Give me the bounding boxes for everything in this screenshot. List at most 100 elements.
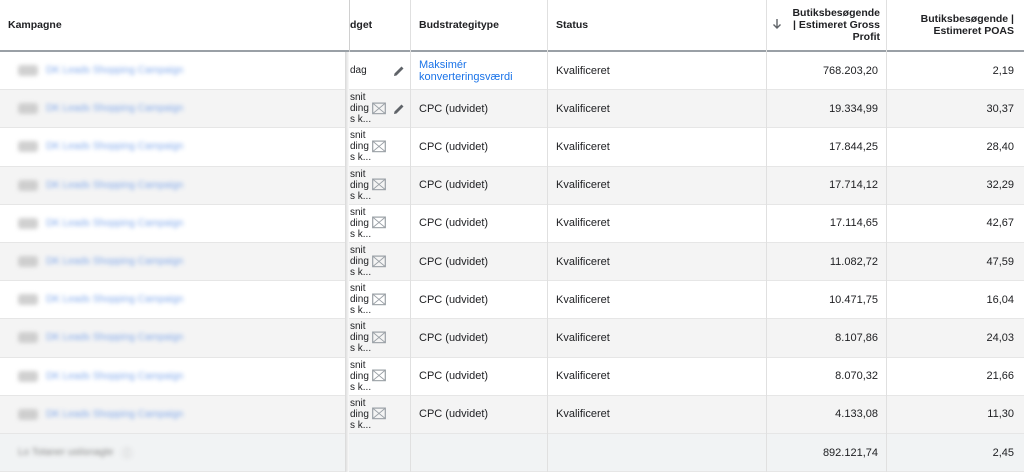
table-row: DK Leads Shopping Campaign snit ding s k… [0, 128, 1024, 167]
campaign-name[interactable]: DK Leads Shopping Campaign [46, 294, 183, 305]
strategy-cell: CPC (udvidet) [419, 293, 489, 306]
poas-cell: 47,59 [986, 255, 1014, 268]
pencil-icon[interactable] [392, 102, 406, 116]
column-divider [410, 0, 411, 472]
strategy-cell: CPC (udvidet) [419, 102, 489, 115]
budget-cell[interactable]: snit ding s k... [346, 128, 410, 165]
campaign-name-cell[interactable]: DK Leads Shopping Campaign [0, 128, 345, 165]
budget-cell[interactable]: dag [346, 52, 410, 89]
budget-cell[interactable]: snit ding s k... [346, 90, 410, 127]
campaign-name[interactable]: DK Leads Shopping Campaign [46, 256, 183, 267]
header-budget[interactable]: dget [346, 0, 410, 50]
poas-cell: 16,04 [986, 293, 1014, 306]
campaign-name[interactable]: DK Leads Shopping Campaign [46, 371, 183, 382]
column-divider [886, 0, 887, 472]
budget-cell[interactable]: snit ding s k... [346, 243, 410, 280]
gross-profit-cell: 8.070,32 [835, 370, 878, 383]
status-cell: Kvalificeret [556, 331, 610, 344]
image-icon [372, 140, 386, 153]
poas-cell: 30,37 [986, 102, 1014, 115]
table-row: DK Leads Shopping Campaign snit ding s k… [0, 358, 1024, 396]
gross-profit-cell: 768.203,20 [822, 64, 878, 77]
strategy-link[interactable]: Maksimér konverteringsværdi [419, 59, 513, 83]
poas-cell: 21,66 [986, 370, 1014, 383]
campaign-name-cell[interactable]: DK Leads Shopping Campaign [0, 396, 345, 433]
budget-cell[interactable]: snit ding s k... [346, 319, 410, 356]
gross-profit-cell: 17.714,12 [829, 179, 878, 192]
gross-profit-cell: 19.334,99 [829, 102, 878, 115]
campaign-name-cell[interactable]: DK Leads Shopping Campaign [0, 167, 345, 204]
header-poas[interactable]: Butiksbesøgende | Estimeret POAS [887, 0, 1024, 50]
image-icon [372, 293, 386, 306]
campaign-name-cell[interactable]: DK Leads Shopping Campaign [0, 52, 345, 89]
status-cell: Kvalificeret [556, 64, 610, 77]
strategy-cell: CPC (udvidet) [419, 331, 489, 344]
budget-cell[interactable]: snit ding s k... [346, 205, 410, 242]
column-divider [547, 0, 548, 472]
gross-profit-cell: 17.844,25 [829, 140, 878, 153]
campaign-name[interactable]: DK Leads Shopping Campaign [46, 141, 183, 152]
table-header: Kampagne dget Budstrategitype Status But… [0, 0, 1024, 52]
header-status[interactable]: Status [548, 0, 766, 50]
strategy-cell: CPC (udvidet) [419, 408, 489, 421]
status-cell: Kvalificeret [556, 255, 610, 268]
image-icon [372, 369, 386, 382]
poas-cell: 24,03 [986, 331, 1014, 344]
campaign-name-cell[interactable]: DK Leads Shopping Campaign [0, 358, 345, 395]
campaign-name[interactable]: DK Leads Shopping Campaign [46, 65, 183, 76]
budget-cell[interactable]: snit ding s k... [346, 358, 410, 395]
table-row: DK Leads Shopping Campaign snit ding s k… [0, 243, 1024, 282]
campaign-name[interactable]: DK Leads Shopping Campaign [46, 103, 183, 114]
total-row: Lo Totaner ustisnagte ⓘ 892.121,74 2,45 [0, 434, 1024, 472]
campaign-name[interactable]: DK Leads Shopping Campaign [46, 218, 183, 229]
gross-profit-cell: 4.133,08 [835, 408, 878, 421]
image-icon [372, 255, 386, 267]
arrow-down-icon [772, 18, 782, 33]
strategy-cell: CPC (udvidet) [419, 179, 489, 192]
poas-cell: 28,40 [986, 140, 1014, 153]
campaign-name-cell[interactable]: DK Leads Shopping Campaign [0, 319, 345, 356]
total-poas: 2,45 [992, 446, 1014, 459]
strategy-cell: CPC (udvidet) [419, 370, 489, 383]
status-cell: Kvalificeret [556, 179, 610, 192]
poas-cell: 32,29 [986, 179, 1014, 192]
header-campaign[interactable]: Kampagne [0, 0, 345, 50]
column-divider [766, 0, 767, 472]
pencil-icon[interactable] [392, 64, 406, 78]
status-cell: Kvalificeret [556, 370, 610, 383]
campaign-name-cell[interactable]: DK Leads Shopping Campaign [0, 281, 345, 318]
budget-cell[interactable]: snit ding s k... [346, 396, 410, 433]
table-row: DK Leads Shopping Campaign snit ding s k… [0, 319, 1024, 358]
image-icon [372, 178, 386, 191]
status-cell: Kvalificeret [556, 408, 610, 421]
campaign-name[interactable]: DK Leads Shopping Campaign [46, 409, 183, 420]
campaign-name-cell[interactable]: DK Leads Shopping Campaign [0, 90, 345, 127]
total-gross-profit: 892.121,74 [822, 446, 878, 459]
campaign-name-cell[interactable]: DK Leads Shopping Campaign [0, 205, 345, 242]
table-row: DK Leads Shopping Campaign snit ding s k… [0, 90, 1024, 129]
gross-profit-cell: 10.471,75 [829, 293, 878, 306]
image-icon [372, 407, 386, 420]
campaign-name-cell[interactable]: DK Leads Shopping Campaign [0, 243, 345, 280]
table-row: DK Leads Shopping Campaign snit ding s k… [0, 395, 1024, 434]
header-gross-profit[interactable]: Butiksbesøgende | Estimeret Gross Profit [767, 0, 886, 50]
campaign-name[interactable]: DK Leads Shopping Campaign [46, 180, 183, 191]
budget-cell[interactable]: snit ding s k... [346, 281, 410, 318]
strategy-cell: CPC (udvidet) [419, 140, 489, 153]
strategy-cell: Maksimér konverteringsværdi [411, 52, 547, 89]
status-cell: Kvalificeret [556, 217, 610, 230]
table-row: DK Leads Shopping Campaign snit ding s k… [0, 281, 1024, 320]
budget-cell[interactable]: snit ding s k... [346, 167, 410, 204]
total-label: Lo Totaner ustisnagte ⓘ [18, 447, 133, 460]
gross-profit-cell: 17.114,65 [829, 217, 878, 230]
header-column-divider [349, 0, 350, 52]
campaign-name[interactable]: DK Leads Shopping Campaign [46, 332, 183, 343]
image-icon [372, 216, 386, 229]
status-cell: Kvalificeret [556, 293, 610, 306]
poas-cell: 11,30 [987, 408, 1014, 421]
table-row: DK Leads Shopping Campaign snit ding s k… [0, 166, 1024, 205]
frozen-column-shadow [345, 52, 349, 472]
header-strategy-type[interactable]: Budstrategitype [411, 0, 547, 50]
table-row: DK Leads Shopping Campaign snit ding s k… [0, 205, 1024, 243]
gross-profit-cell: 8.107,86 [835, 331, 878, 344]
